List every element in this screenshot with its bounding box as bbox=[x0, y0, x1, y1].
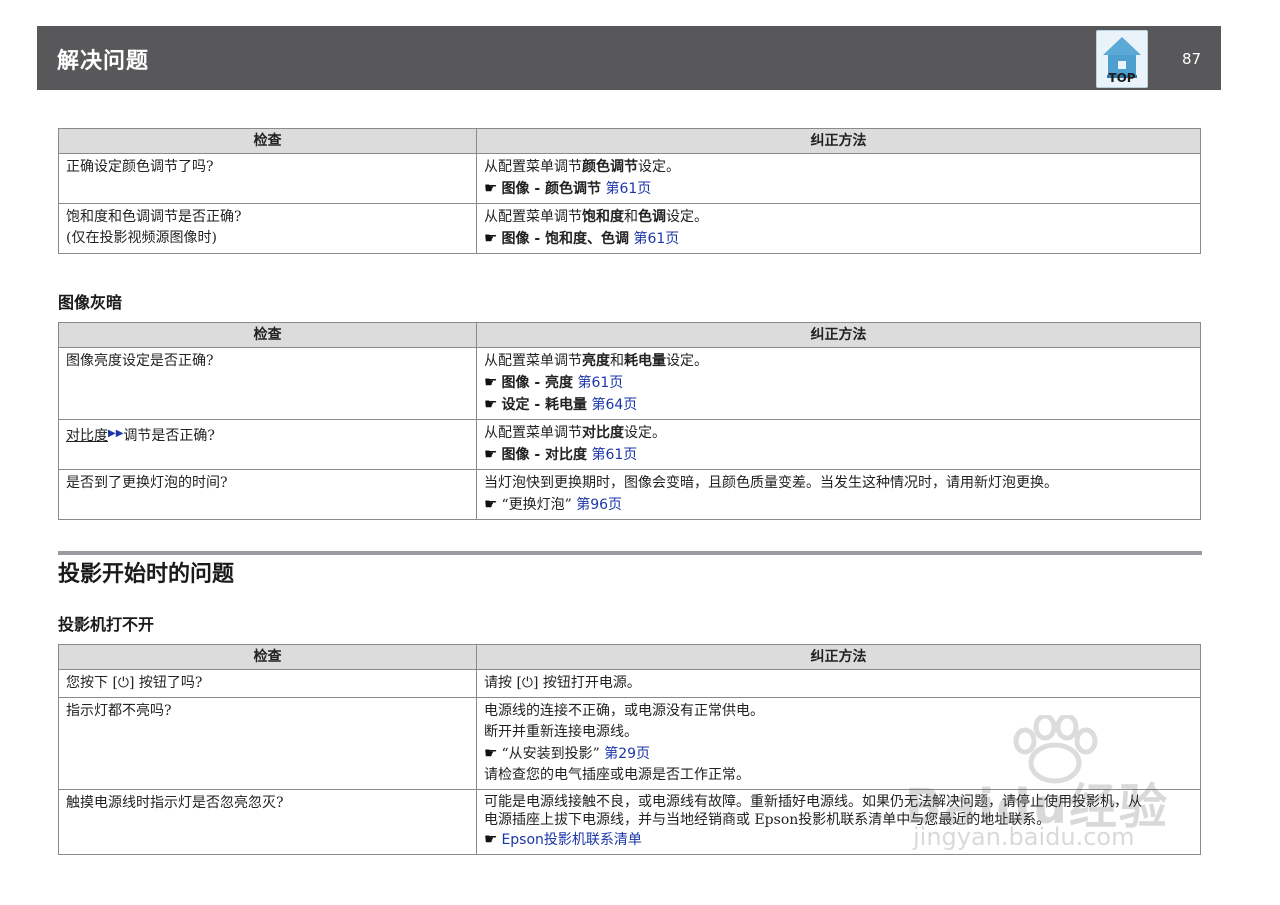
page-link[interactable]: 第61页 bbox=[577, 375, 623, 391]
pointing-hand-icon: ☛ bbox=[484, 395, 498, 413]
page-link[interactable]: 第61页 bbox=[591, 447, 637, 463]
table-row: 您按下 [⏻] 按钮了吗? 请按 [⏻] 按钮打开电源。 bbox=[58, 669, 1201, 698]
remedy-cell: 从配置菜单调节对比度设定。 ☛ 图像 - 对比度 第61页 bbox=[476, 419, 1201, 470]
page-link[interactable]: 第64页 bbox=[591, 397, 637, 413]
power-check-table: 检查 纠正方法 您按下 [⏻] 按钮了吗? 请按 [⏻] 按钮打开电源。 指示灯… bbox=[58, 644, 1201, 855]
remedy-cell: 可能是电源线接触不良，或电源线有故障。重新插好电源线。如果仍无法解决问题，请停止… bbox=[476, 789, 1201, 855]
remedy-cell: 请按 [⏻] 按钮打开电源。 bbox=[476, 669, 1201, 698]
dark-check-table: 检查 纠正方法 图像亮度设定是否正确? 从配置菜单调节亮度和耗电量设定。 ☛ 图像… bbox=[58, 322, 1201, 520]
remedy-column-header: 纠正方法 bbox=[476, 644, 1201, 670]
check-cell: 是否到了更换灯泡的时间? bbox=[58, 469, 477, 520]
remedy-cell: 当灯泡快到更换期时，图像会变暗，且颜色质量变差。当发生这种情况时，请用新灯泡更换… bbox=[476, 469, 1201, 520]
section-heading-power-fail: 投影机打不开 bbox=[58, 615, 155, 634]
remedy-cell: 从配置菜单调节颜色调节设定。 ☛ 图像 - 颜色调节 第61页 bbox=[476, 153, 1201, 204]
page-link[interactable]: 第29页 bbox=[604, 746, 650, 762]
pointing-hand-icon: ☛ bbox=[484, 744, 498, 762]
glossary-link[interactable]: 对比度 bbox=[66, 428, 108, 444]
color-check-table: 检查 纠正方法 正确设定颜色调节了吗? 从配置菜单调节颜色调节设定。 ☛ 图像 -… bbox=[58, 128, 1201, 254]
table-row: 饱和度和色调调节是否正确? (仅在投影视频源图像时) 从配置菜单调节饱和度和色调… bbox=[58, 203, 1201, 254]
check-cell: 图像亮度设定是否正确? bbox=[58, 347, 477, 420]
page-header: 解决问题 TOP 87 bbox=[37, 26, 1221, 90]
table-row: 指示灯都不亮吗? 电源线的连接不正确，或电源没有正常供电。 断开并重新连接电源线… bbox=[58, 697, 1201, 790]
section-heading-image-dark: 图像灰暗 bbox=[58, 293, 123, 312]
contact-list-link[interactable]: Epson投影机联系清单 bbox=[501, 832, 641, 848]
remedy-cell: 电源线的连接不正确，或电源没有正常供电。 断开并重新连接电源线。 ☛ “从安装到投… bbox=[476, 697, 1201, 790]
table-header-row: 检查 纠正方法 bbox=[58, 322, 1201, 348]
check-cell: 对比度▶▶调节是否正确? bbox=[58, 419, 477, 470]
page-title: 解决问题 bbox=[57, 49, 150, 74]
table-row: 对比度▶▶调节是否正确? 从配置菜单调节对比度设定。 ☛ 图像 - 对比度 第61… bbox=[58, 419, 1201, 470]
page-link[interactable]: 第96页 bbox=[576, 497, 622, 513]
top-label: TOP bbox=[1108, 71, 1136, 85]
check-cell: 您按下 [⏻] 按钮了吗? bbox=[58, 669, 477, 698]
check-cell: 指示灯都不亮吗? bbox=[58, 697, 477, 790]
pointing-hand-icon: ☛ bbox=[484, 495, 498, 513]
table-row: 是否到了更换灯泡的时间? 当灯泡快到更换期时，图像会变暗，且颜色质量变差。当发生… bbox=[58, 469, 1201, 520]
remedy-cell: 从配置菜单调节饱和度和色调设定。 ☛ 图像 - 饱和度、色调 第61页 bbox=[476, 203, 1201, 254]
pointing-hand-icon: ☛ bbox=[484, 373, 498, 391]
section-heading-startup-problems: 投影开始时的问题 bbox=[58, 562, 235, 587]
remedy-column-header: 纠正方法 bbox=[476, 128, 1201, 154]
check-cell: 正确设定颜色调节了吗? bbox=[58, 153, 477, 204]
pointing-hand-icon: ☛ bbox=[484, 445, 498, 463]
remedy-cell: 从配置菜单调节亮度和耗电量设定。 ☛ 图像 - 亮度 第61页 ☛ 设定 - 耗电量… bbox=[476, 347, 1201, 420]
table-row: 触摸电源线时指示灯是否忽亮忽灭? 可能是电源线接触不良，或电源线有故障。重新插好… bbox=[58, 789, 1201, 855]
table-header-row: 检查 纠正方法 bbox=[58, 128, 1201, 154]
check-column-header: 检查 bbox=[58, 128, 477, 154]
table-row: 正确设定颜色调节了吗? 从配置菜单调节颜色调节设定。 ☛ 图像 - 颜色调节 第6… bbox=[58, 153, 1201, 204]
top-button[interactable]: TOP bbox=[1096, 30, 1148, 88]
table-header-row: 检查 纠正方法 bbox=[58, 644, 1201, 670]
pointing-hand-icon: ☛ bbox=[484, 229, 498, 247]
pointing-hand-icon: ☛ bbox=[484, 830, 498, 848]
check-cell: 饱和度和色调调节是否正确? (仅在投影视频源图像时) bbox=[58, 203, 477, 254]
page-link[interactable]: 第61页 bbox=[633, 231, 679, 247]
check-column-header: 检查 bbox=[58, 322, 477, 348]
check-column-header: 检查 bbox=[58, 644, 477, 670]
remedy-column-header: 纠正方法 bbox=[476, 322, 1201, 348]
page-link[interactable]: 第61页 bbox=[605, 181, 651, 197]
glossary-arrow-icon: ▶▶ bbox=[108, 428, 124, 439]
check-cell: 触摸电源线时指示灯是否忽亮忽灭? bbox=[58, 789, 477, 855]
pointing-hand-icon: ☛ bbox=[484, 179, 498, 197]
page-number: 87 bbox=[1182, 50, 1202, 68]
table-row: 图像亮度设定是否正确? 从配置菜单调节亮度和耗电量设定。 ☛ 图像 - 亮度 第6… bbox=[58, 347, 1201, 420]
section-divider bbox=[58, 551, 1202, 555]
